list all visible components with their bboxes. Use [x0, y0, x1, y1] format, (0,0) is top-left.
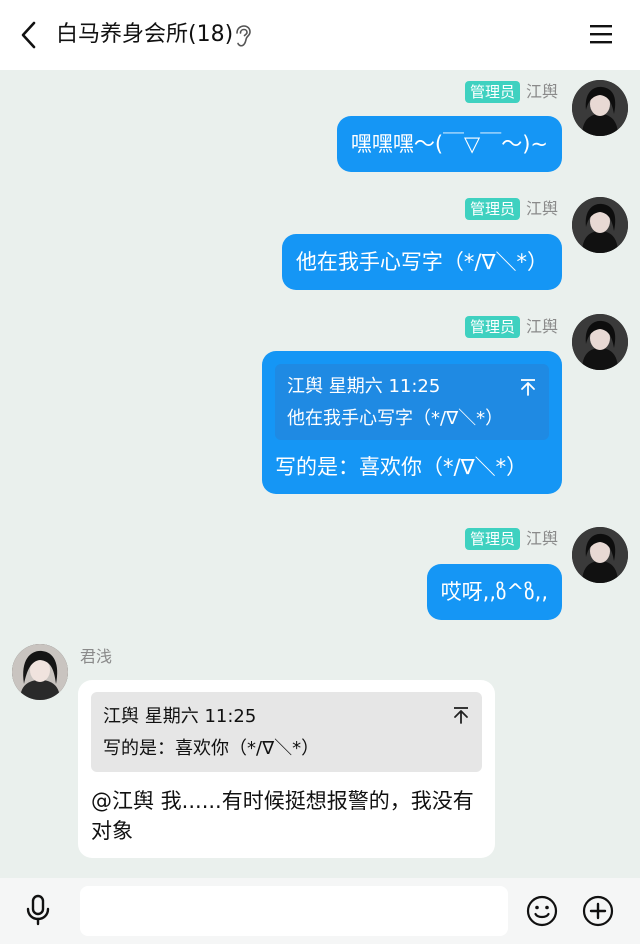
message-meta: 管理员 江舆	[464, 527, 558, 551]
message-text: 嘿嘿嘿～(￣▽￣～)~	[350, 132, 548, 156]
sender-name: 江舆	[525, 317, 558, 336]
microphone-icon	[26, 894, 50, 926]
sender-name: 江舆	[525, 199, 558, 218]
message-meta: 管理员 江舆	[464, 197, 558, 221]
message-meta: 管理员 江舆	[464, 315, 558, 339]
avatar[interactable]	[572, 197, 628, 253]
message-text: 哎呀,,ზ^ზ,,	[440, 580, 548, 604]
quote-text: 写的是：喜欢你（*/∇＼*）	[103, 738, 320, 759]
chevron-left-icon	[21, 21, 36, 49]
menu-button[interactable]	[588, 22, 614, 46]
message-meta: 管理员 江舆	[464, 80, 558, 104]
message-bubble[interactable]: 江舆 星期六 11:25 他在我手心写字（*/∇＼*） 写的是：喜欢你（*/∇＼…	[262, 351, 562, 494]
admin-badge: 管理员	[464, 81, 520, 103]
jump-to-top-icon	[521, 379, 535, 396]
voice-button[interactable]	[24, 894, 52, 926]
message-text: @江舆 我......有时候挺想报警的，我没有对象	[91, 789, 474, 843]
message-text: 他在我手心写字（*/∇＼*）	[295, 250, 548, 274]
emoji-button[interactable]	[526, 895, 558, 927]
input-bar	[0, 878, 640, 944]
avatar[interactable]	[572, 80, 628, 136]
admin-badge: 管理员	[464, 198, 520, 220]
avatar[interactable]	[572, 314, 628, 370]
avatar[interactable]	[12, 644, 68, 700]
message-bubble[interactable]: 嘿嘿嘿～(￣▽￣～)~	[336, 116, 562, 172]
message-input[interactable]	[80, 886, 508, 936]
quoted-message[interactable]: 江舆 星期六 11:25 他在我手心写字（*/∇＼*）	[275, 364, 549, 440]
sender-name: 江舆	[525, 82, 558, 101]
jump-to-top-icon	[454, 707, 468, 724]
quote-header: 江舆 星期六 11:25	[103, 706, 257, 727]
hamburger-icon	[590, 25, 612, 44]
admin-badge: 管理员	[464, 528, 520, 550]
message-bubble[interactable]: 他在我手心写字（*/∇＼*）	[281, 234, 562, 290]
admin-badge: 管理员	[464, 316, 520, 338]
ear-icon[interactable]	[232, 24, 252, 48]
quote-header: 江舆 星期六 11:25	[287, 376, 441, 397]
quoted-message[interactable]: 江舆 星期六 11:25 写的是：喜欢你（*/∇＼*）	[91, 692, 482, 772]
quote-text: 他在我手心写字（*/∇＼*）	[287, 408, 504, 429]
chat-header: 白马养身会所(18)	[0, 0, 640, 70]
smiley-icon	[526, 895, 558, 927]
avatar[interactable]	[572, 527, 628, 583]
chat-title: 白马养身会所(18)	[56, 22, 234, 47]
message-text: 写的是：喜欢你（*/∇＼*）	[275, 455, 528, 479]
message-bubble[interactable]: 哎呀,,ზ^ზ,,	[426, 564, 562, 620]
sender-name: 君浅	[80, 647, 113, 666]
plus-circle-icon	[582, 895, 614, 927]
back-button[interactable]	[14, 20, 42, 50]
more-button[interactable]	[582, 895, 614, 927]
sender-name: 江舆	[525, 529, 558, 548]
message-bubble[interactable]: 江舆 星期六 11:25 写的是：喜欢你（*/∇＼*） @江舆 我......有…	[78, 680, 495, 858]
message-list[interactable]: 管理员 江舆 嘿嘿嘿～(￣▽￣～)~ 管理员 江舆 他在我手心写字（*/∇＼*）…	[0, 70, 640, 878]
